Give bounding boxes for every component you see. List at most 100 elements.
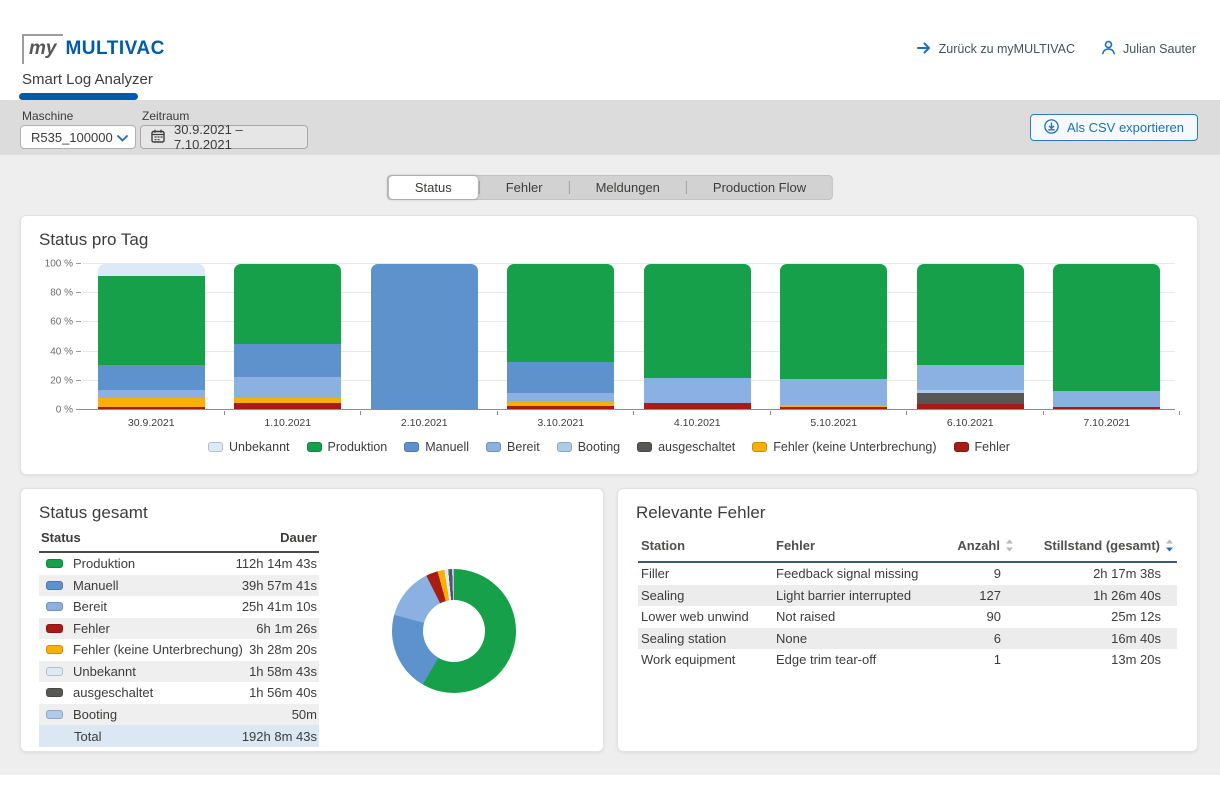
column-header-label: Stillstand (gesamt) (1044, 538, 1160, 553)
sort-icon[interactable] (1165, 539, 1174, 552)
status-row-bereit: Bereit25h 41m 10s (39, 596, 319, 618)
status-name: Booting (73, 707, 292, 722)
bar-segment-ausgeschaltet (917, 393, 1024, 405)
page-footer (0, 775, 1220, 800)
bar-segment-produktion (917, 264, 1024, 365)
y-tick-label: 40 % (33, 346, 73, 357)
status-row-produktion: Produktion112h 14m 43s (39, 553, 319, 575)
station-cell: Work equipment (641, 652, 776, 667)
column-header-label: Anzahl (957, 538, 1000, 553)
bar-group-6.10.2021: 6.10.2021 (905, 264, 1036, 410)
status-total-table: Status Dauer Produktion112h 14m 43sManue… (39, 527, 319, 747)
bar-group-30.9.2021: 30.9.2021 (86, 264, 217, 410)
status-per-day-card: Status pro Tag 0 %20 %40 %60 %80 %100 %3… (20, 215, 1198, 475)
error-row: Lower web unwindNot raised9025m 12s (638, 606, 1177, 628)
bar-segment-manuell (507, 362, 614, 393)
legend-item-unbekannt[interactable]: Unbekannt (208, 440, 289, 454)
legend-color-chip (954, 442, 969, 452)
bar-column (1053, 264, 1160, 410)
bar-groups: 30.9.20211.10.20212.10.20213.10.20214.10… (83, 264, 1175, 410)
tab-meldungen[interactable]: Meldungen (570, 176, 686, 199)
y-tick-label: 60 % (33, 317, 73, 328)
status-name: Fehler (73, 621, 256, 636)
sort-icon[interactable] (1005, 539, 1014, 552)
downtime-cell: 1h 26m 40s (1014, 588, 1174, 603)
status-row-unbekannt: Unbekannt1h 58m 43s (39, 661, 319, 683)
x-tick-label: 1.10.2021 (222, 417, 353, 429)
column-header-anzahl[interactable]: Anzahl (924, 538, 1014, 553)
column-header-stillstand-gesamt-[interactable]: Stillstand (gesamt) (1014, 538, 1174, 553)
bar-segment-manuell (98, 365, 205, 390)
user-name-label: Julian Sauter (1123, 42, 1196, 56)
legend-label: Unbekannt (229, 440, 289, 454)
legend-color-chip (637, 442, 652, 452)
legend-item-fehler[interactable]: Fehler (954, 440, 1010, 454)
x-tick-label: 5.10.2021 (768, 417, 899, 429)
total-value: 192h 8m 43s (242, 729, 317, 744)
error-cell: Not raised (776, 609, 924, 624)
relevant-errors-title: Relevante Fehler (618, 489, 1197, 523)
app-title-tab[interactable]: Smart Log Analyzer (22, 71, 153, 88)
tab-status[interactable]: Status (389, 176, 478, 199)
status-total-rows: Produktion112h 14m 43sManuell39h 57m 41s… (39, 553, 319, 725)
legend-color-chip (557, 442, 572, 452)
legend-item-manuell[interactable]: Manuell (404, 440, 469, 454)
legend-item-fehler-keine-unterbrechung-[interactable]: Fehler (keine Unterbrechung) (752, 440, 936, 454)
y-tick-mark (76, 263, 81, 264)
legend-color-chip (486, 442, 501, 452)
status-total-card: Status gesamt Status Dauer Produktion112… (20, 488, 604, 752)
tab-production-flow[interactable]: Production Flow (687, 176, 832, 199)
bar-column (780, 264, 887, 410)
status-total-table-header: Status Dauer (39, 527, 319, 553)
back-to-mymultivac-link[interactable]: Zurück zu myMULTIVAC (917, 42, 1075, 57)
status-duration: 39h 57m 41s (242, 578, 317, 593)
legend-item-ausgeschaltet[interactable]: ausgeschaltet (637, 440, 735, 454)
logo-brand-text: MULTIVAC (65, 38, 164, 59)
status-name: Bereit (73, 599, 242, 614)
export-csv-button[interactable]: Als CSV exportieren (1030, 114, 1198, 141)
brand-logo: myMULTIVAC (22, 34, 165, 64)
legend-label: ausgeschaltet (658, 440, 735, 454)
back-link-label: Zurück zu myMULTIVAC (939, 42, 1075, 56)
status-row-ausgeschaltet: ausgeschaltet1h 56m 40s (39, 682, 319, 704)
status-color-chip (46, 667, 63, 676)
user-menu[interactable]: Julian Sauter (1101, 40, 1196, 58)
y-tick-label: 0 % (33, 405, 73, 416)
tab-fehler[interactable]: Fehler (480, 176, 569, 199)
x-axis-line (79, 409, 1175, 410)
status-row-fehler: Fehler6h 1m 26s (39, 618, 319, 640)
status-name: Produktion (73, 556, 236, 571)
status-color-chip (46, 710, 63, 719)
status-color-chip (46, 624, 63, 633)
legend-item-booting[interactable]: Booting (557, 440, 620, 454)
dauer-column-header: Dauer (280, 530, 317, 545)
status-name: Unbekannt (73, 664, 249, 679)
count-cell: 90 (924, 609, 1014, 624)
station-cell: Sealing (641, 588, 776, 603)
bar-segment-produktion (234, 264, 341, 344)
period-datepicker[interactable]: 30.9.2021 – 7.10.2021 (140, 125, 308, 149)
status-row-manuell: Manuell39h 57m 41s (39, 575, 319, 597)
status-duration: 1h 56m 40s (249, 685, 317, 700)
y-tick-mark (76, 380, 81, 381)
bar-segment-produktion (1053, 264, 1160, 391)
bar-column (917, 264, 1024, 410)
bar-segment-produktion (507, 264, 614, 362)
period-value: 30.9.2021 – 7.10.2021 (174, 122, 297, 152)
machine-select[interactable]: R535_100000 (20, 125, 136, 149)
legend-color-chip (752, 442, 767, 452)
bar-group-7.10.2021: 7.10.2021 (1041, 264, 1172, 410)
y-tick-label: 80 % (33, 288, 73, 299)
status-total-title: Status gesamt (21, 489, 603, 523)
status-name: ausgeschaltet (73, 685, 249, 700)
error-cell: Feedback signal missing (776, 566, 924, 581)
bar-segment-produktion (98, 276, 205, 365)
legend-color-chip (208, 442, 223, 452)
status-column-header: Status (41, 530, 81, 545)
legend-item-produktion[interactable]: Produktion (307, 440, 388, 454)
legend-item-bereit[interactable]: Bereit (486, 440, 540, 454)
bar-group-3.10.2021: 3.10.2021 (495, 264, 626, 410)
relevant-errors-table-header: StationFehlerAnzahlStillstand (gesamt) (638, 533, 1177, 563)
status-row-booting: Booting50m (39, 704, 319, 726)
download-icon (1044, 119, 1059, 137)
